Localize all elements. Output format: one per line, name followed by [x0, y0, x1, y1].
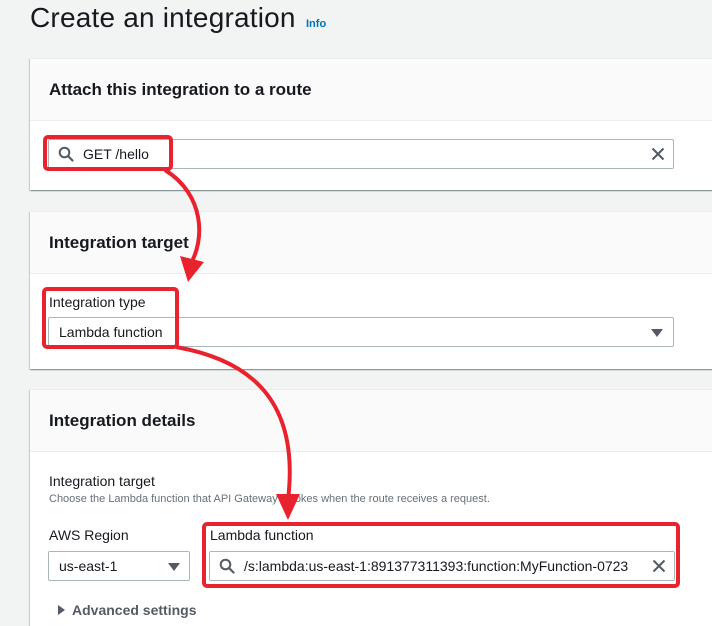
integration-target-description: Choose the Lambda function that API Gate… [49, 493, 490, 505]
attach-route-header: Attach this integration to a route [30, 59, 712, 121]
aws-region-label: AWS Region [49, 527, 129, 543]
page-title: Create an integration [30, 2, 296, 33]
attach-route-panel: Attach this integration to a route [30, 58, 712, 190]
integration-type-label: Integration type [49, 294, 146, 310]
route-search-input[interactable]: GET /hello [48, 139, 674, 169]
advanced-settings-toggle[interactable]: Advanced settings [58, 602, 196, 618]
integration-type-select[interactable]: Lambda function [48, 317, 674, 347]
info-link[interactable]: Info [306, 18, 326, 30]
route-value: GET /hello [83, 146, 149, 162]
aws-region-select[interactable]: us-east-1 [48, 551, 190, 581]
triangle-right-icon [58, 605, 65, 615]
integration-target-label: Integration target [49, 473, 155, 489]
search-icon [219, 558, 235, 574]
clear-icon[interactable] [652, 559, 666, 573]
integration-target-header: Integration target [30, 212, 712, 274]
lambda-function-value: /s:lambda:us-east-1:891377311393:functio… [244, 558, 629, 574]
caret-down-icon [168, 563, 180, 571]
aws-region-value: us-east-1 [59, 558, 118, 574]
advanced-settings-label: Advanced settings [72, 602, 197, 618]
integration-target-title: Integration target [49, 232, 189, 252]
integration-details-title: Integration details [49, 410, 196, 430]
clear-icon[interactable] [651, 147, 665, 161]
integration-type-value: Lambda function [59, 324, 163, 340]
integration-details-panel: Integration details [30, 389, 712, 626]
attach-route-title: Attach this integration to a route [49, 79, 312, 99]
lambda-function-label: Lambda function [210, 527, 314, 543]
lambda-function-input[interactable]: /s:lambda:us-east-1:891377311393:functio… [209, 551, 675, 581]
search-icon [58, 146, 74, 162]
caret-down-icon [651, 329, 663, 337]
integration-details-header: Integration details [30, 390, 712, 452]
